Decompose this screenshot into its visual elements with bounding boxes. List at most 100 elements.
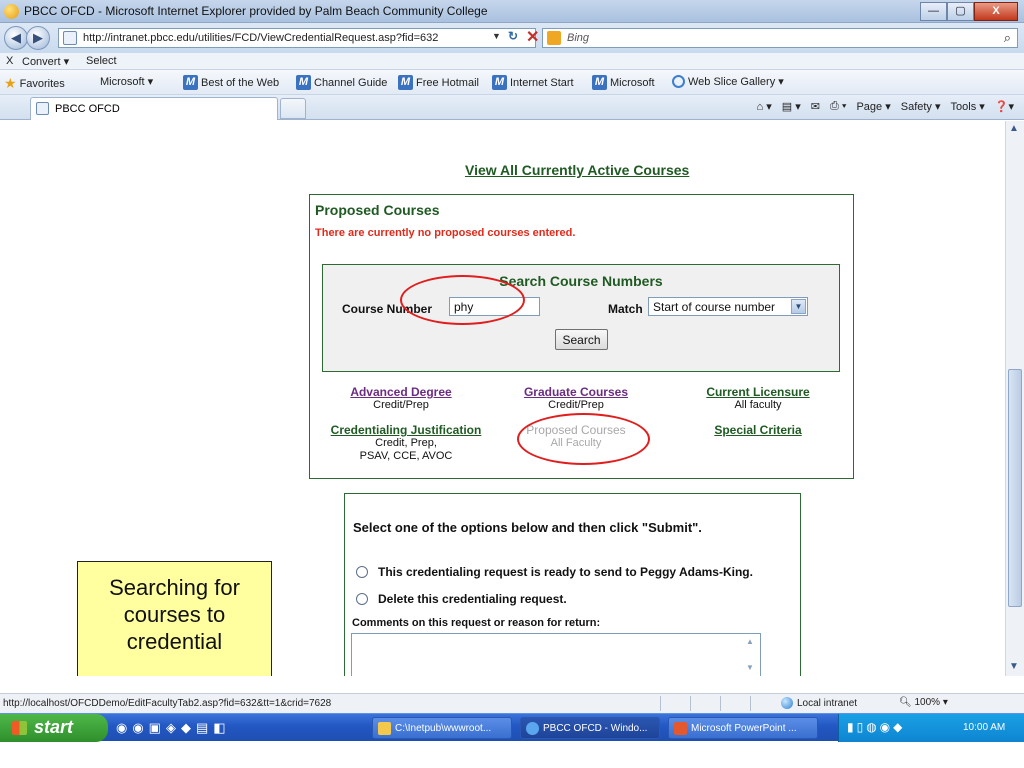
favorites-item-best-of-web[interactable]: M Best of the Web xyxy=(183,75,279,90)
tray-icons[interactable]: ▮▯◍◉◆ xyxy=(847,720,905,734)
address-dropdown-icon[interactable]: ▼ xyxy=(492,31,501,41)
send-request-radio[interactable] xyxy=(356,566,368,578)
annotation-callout: Searching for courses to credential xyxy=(77,561,272,676)
mail-icon[interactable]: ✉ xyxy=(811,100,820,113)
system-tray: ▮▯◍◉◆ 10:00 AM xyxy=(838,714,1024,742)
tab-pbcc-ofcd[interactable]: PBCC OFCD xyxy=(30,97,278,120)
favorites-item-internet-start[interactable]: M Internet Start xyxy=(492,75,574,90)
scroll-down-icon[interactable]: ▼ xyxy=(1009,661,1019,672)
tools-menu[interactable]: Tools ▾ xyxy=(951,100,985,113)
page-icon xyxy=(63,31,77,45)
view-all-courses-link[interactable]: View All Currently Active Courses xyxy=(465,162,689,178)
advanced-degree-link[interactable]: Advanced Degree xyxy=(348,386,454,399)
graduate-courses-link[interactable]: Graduate Courses xyxy=(523,386,629,399)
send-request-label: This credentialing request is ready to s… xyxy=(378,565,753,579)
match-select[interactable]: Start of course number ▼ xyxy=(648,297,808,316)
globe-icon xyxy=(781,697,793,709)
textarea-scrollbar[interactable]: ▲ ▼ xyxy=(744,635,759,676)
scroll-down-icon[interactable]: ▼ xyxy=(746,663,754,672)
address-bar[interactable]: http://intranet.pbcc.edu/utilities/FCD/V… xyxy=(58,28,536,48)
address-row: ◀ ▶ http://intranet.pbcc.edu/utilities/F… xyxy=(0,23,1024,53)
scroll-up-icon[interactable]: ▲ xyxy=(1009,123,1019,134)
search-box[interactable]: Bing ⌕ xyxy=(542,28,1018,48)
page-content: View All Currently Active Courses Propos… xyxy=(0,121,1005,676)
taskbar-item-explorer[interactable]: C:\Inetpub\wwwroot... xyxy=(372,717,512,739)
tab-tools: ⌂ ▾ ▤ ▾ ✉ ⎙ ▾ Page ▾ Safety ▾ Tools ▾ ❓▾ xyxy=(757,100,1014,113)
favorites-item-channel-guide[interactable]: M Channel Guide xyxy=(296,75,387,90)
option-current-licensure: Current Licensure All faculty xyxy=(698,386,818,412)
chevron-down-icon[interactable]: ▼ xyxy=(791,299,806,314)
option-advanced-degree: Advanced Degree Credit/Prep xyxy=(348,386,454,412)
command-bar: X Convert ▾ Select xyxy=(0,53,1024,70)
search-button[interactable]: Search xyxy=(555,329,608,350)
comments-textarea[interactable]: ▲ ▼ xyxy=(351,633,761,676)
favorites-item-microsoft-2[interactable]: M Microsoft xyxy=(592,75,655,90)
zoom-level[interactable]: 🔍︎ 100% ▾ xyxy=(899,697,948,708)
powerpoint-icon xyxy=(674,722,687,735)
delete-request-radio[interactable] xyxy=(356,593,368,605)
graduate-courses-sub: Credit/Prep xyxy=(548,399,604,411)
new-tab-button[interactable] xyxy=(280,98,306,119)
special-criteria-link[interactable]: Special Criteria xyxy=(698,424,818,437)
start-button[interactable]: start xyxy=(0,714,108,742)
no-proposed-courses-message: There are currently no proposed courses … xyxy=(315,227,576,239)
annotation-circle-course-number xyxy=(400,275,525,325)
option-graduate-courses: Graduate Courses Credit/Prep xyxy=(523,386,629,412)
scrollbar-thumb[interactable] xyxy=(1008,369,1022,607)
search-placeholder[interactable]: Bing xyxy=(567,32,589,44)
zoom-icon: 🔍︎ xyxy=(899,697,915,708)
callout-line-3: credential xyxy=(126,629,223,654)
back-button[interactable]: ◀ xyxy=(4,26,28,50)
taskbar-item-powerpoint[interactable]: Microsoft PowerPoint ... xyxy=(668,717,818,739)
proposed-courses-heading: Proposed Courses xyxy=(315,202,440,218)
page-icon xyxy=(36,102,49,115)
security-zone[interactable]: Local intranet xyxy=(781,697,857,709)
callout-line-2: courses to xyxy=(123,602,226,627)
title-bar: PBCC OFCD - Microsoft Internet Explorer … xyxy=(0,0,1024,23)
convert-button[interactable]: Convert ▾ xyxy=(22,55,69,68)
status-url: http://localhost/OFCDDemo/EditFacultyTab… xyxy=(3,698,332,709)
window-title: PBCC OFCD - Microsoft Internet Explorer … xyxy=(24,4,488,18)
option-send-row[interactable]: This credentialing request is ready to s… xyxy=(356,565,753,579)
delete-request-label: Delete this credentialing request. xyxy=(378,592,567,606)
match-label: Match xyxy=(608,302,643,316)
refresh-icon[interactable]: ↻ xyxy=(508,29,518,43)
submit-instructions-heading: Select one of the options below and then… xyxy=(353,520,702,535)
minimize-button[interactable]: — xyxy=(920,2,947,21)
folder-icon xyxy=(378,722,391,735)
select-button[interactable]: Select xyxy=(86,55,117,67)
favorites-item-web-slice[interactable]: Web Slice Gallery ▾ xyxy=(672,75,784,88)
scroll-up-icon[interactable]: ▲ xyxy=(746,637,754,646)
clock: 10:00 AM xyxy=(963,722,1006,733)
status-divider xyxy=(750,696,751,711)
msn-icon: M xyxy=(296,75,311,90)
close-button[interactable]: X xyxy=(974,2,1018,21)
page-menu[interactable]: Page ▾ xyxy=(856,100,890,113)
safety-menu[interactable]: Safety ▾ xyxy=(901,100,941,113)
submit-options-panel: Select one of the options below and then… xyxy=(344,493,801,676)
quick-launch[interactable]: ◉◉▣◈◆▤◧ xyxy=(116,720,231,736)
favorites-item-free-hotmail[interactable]: M Free Hotmail xyxy=(398,75,479,90)
page-scrollbar[interactable]: ▲ ▼ xyxy=(1005,121,1024,676)
command-bar-close-icon[interactable]: X xyxy=(6,55,13,67)
comments-label: Comments on this request or reason for r… xyxy=(352,617,601,629)
status-divider xyxy=(690,696,691,711)
current-licensure-link[interactable]: Current Licensure xyxy=(698,386,818,399)
option-delete-row[interactable]: Delete this credentialing request. xyxy=(356,592,567,606)
favorites-bar: ★ Favorites Microsoft ▾ M Best of the Web … xyxy=(0,70,1024,95)
search-icon[interactable]: ⌕ xyxy=(1004,30,1011,46)
credentialing-justification-sub-1: Credit, Prep, xyxy=(375,437,437,449)
home-icon[interactable]: ⌂ ▾ xyxy=(757,100,772,113)
star-icon: ★ xyxy=(4,75,17,91)
credentialing-justification-link[interactable]: Credentialing Justification xyxy=(326,424,486,437)
feeds-icon[interactable]: ▤ ▾ xyxy=(782,100,801,113)
address-url[interactable]: http://intranet.pbcc.edu/utilities/FCD/V… xyxy=(83,32,438,44)
help-icon[interactable]: ❓▾ xyxy=(995,100,1014,113)
print-icon[interactable]: ⎙ ▾ xyxy=(830,100,846,113)
taskbar-item-ie[interactable]: PBCC OFCD - Windo... xyxy=(520,717,660,739)
stop-icon[interactable]: ✕ xyxy=(526,27,539,47)
maximize-button[interactable]: ▢ xyxy=(947,2,974,21)
forward-button[interactable]: ▶ xyxy=(26,26,50,50)
favorites-button[interactable]: ★ Favorites xyxy=(4,75,65,92)
favorites-item-microsoft[interactable]: Microsoft ▾ xyxy=(100,75,153,88)
